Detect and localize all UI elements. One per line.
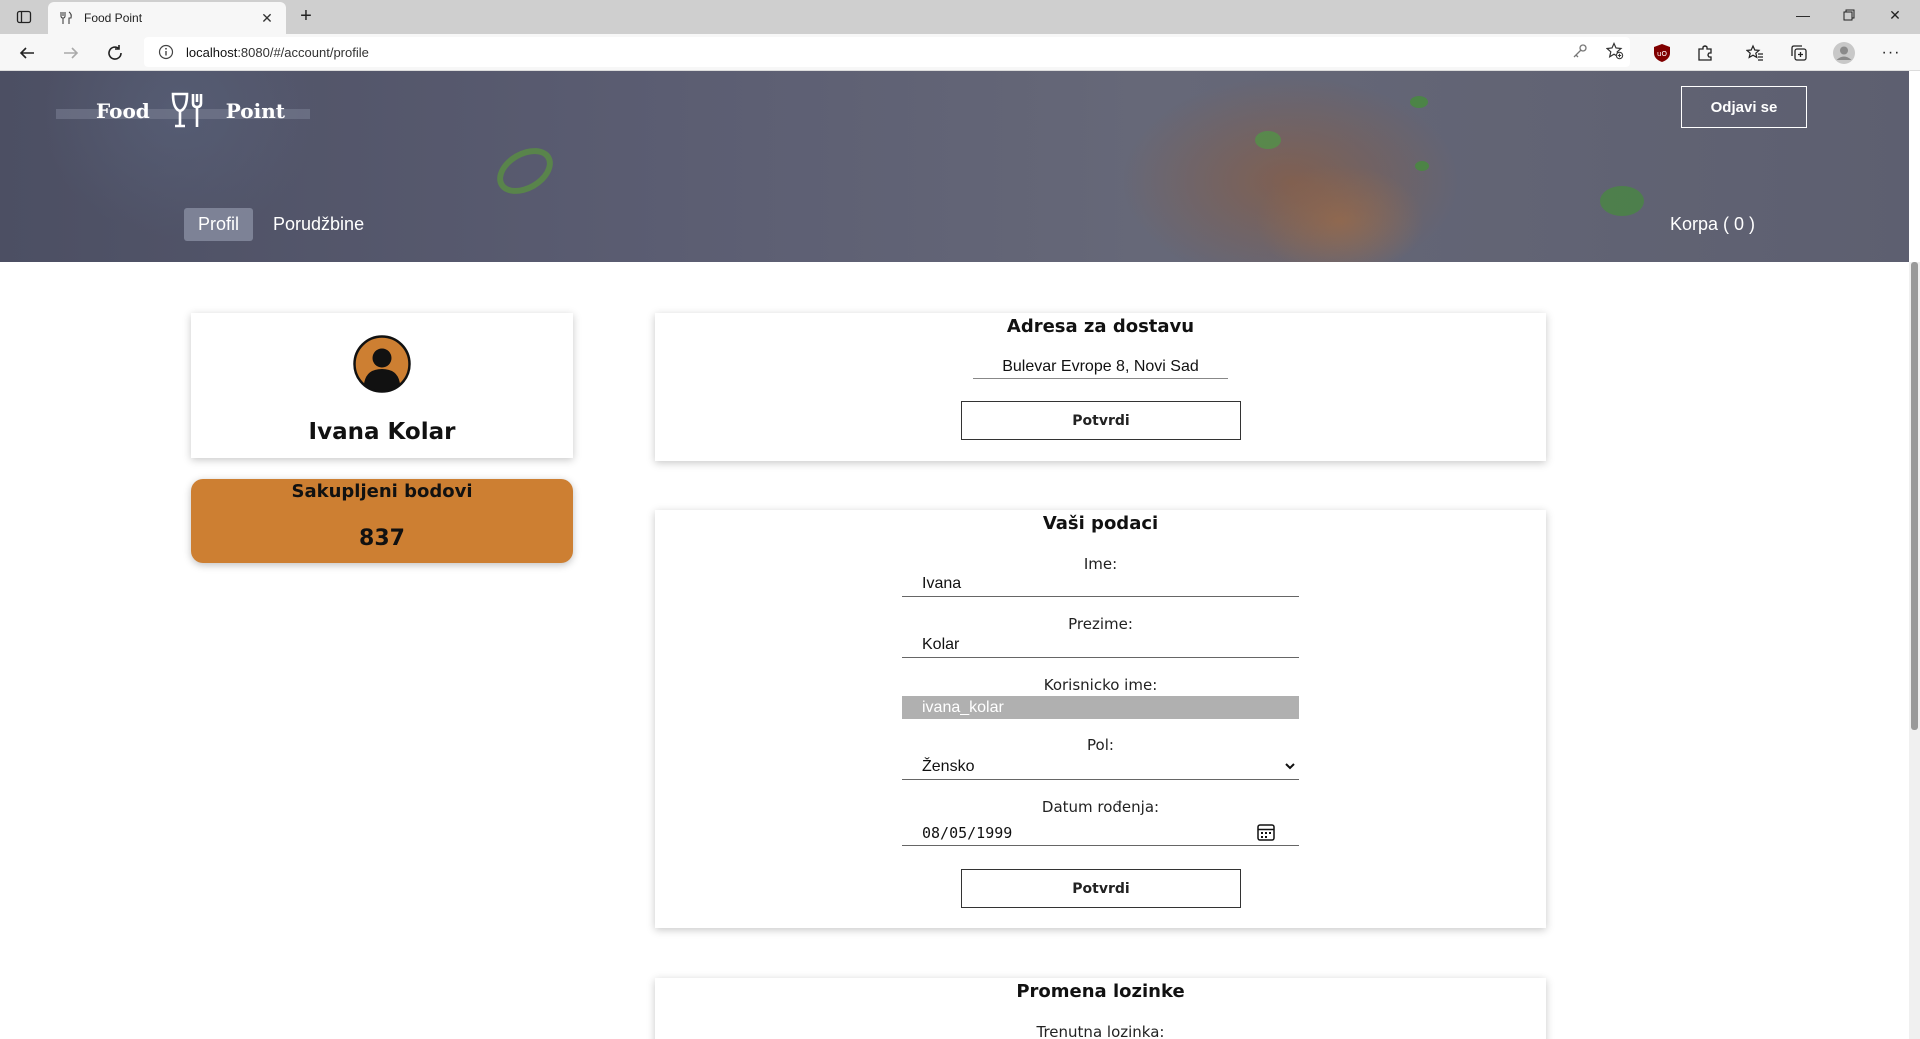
- browser-tab-strip: Food Point ✕ + — ✕: [0, 0, 1920, 34]
- delivery-address-input[interactable]: Bulevar Evrope 8, Novi Sad: [973, 355, 1228, 379]
- chevron-down-icon: [1285, 763, 1295, 770]
- username-field: ivana_kolar: [902, 696, 1299, 719]
- url-text: localhost:8080/#/account/profile: [186, 44, 369, 60]
- points-title: Sakupljeni bodovi: [291, 481, 473, 502]
- close-window-icon[interactable]: ✕: [1872, 0, 1918, 30]
- herb-decoration: [489, 138, 561, 204]
- collections-icon[interactable]: [1788, 42, 1810, 64]
- new-tab-icon[interactable]: +: [294, 6, 318, 28]
- minimize-icon[interactable]: —: [1780, 0, 1826, 30]
- favorites-icon[interactable]: [1744, 42, 1766, 64]
- user-data-confirm-button[interactable]: Potvrdi: [961, 869, 1241, 908]
- profile-card: Ivana Kolar: [191, 313, 573, 458]
- birth-date-label: Datum rođenja:: [1041, 798, 1160, 816]
- address-bar[interactable]: localhost:8080/#/account/profile: [144, 37, 1630, 67]
- forward-icon[interactable]: [58, 40, 84, 66]
- username-value: ivana_kolar: [922, 698, 1004, 716]
- site-info-icon[interactable]: [158, 44, 174, 60]
- logout-button[interactable]: Odjavi se: [1681, 86, 1807, 128]
- reload-icon[interactable]: [102, 40, 128, 66]
- logo-text-left: Food: [96, 99, 150, 123]
- fork-knife-favicon-icon: [58, 10, 74, 26]
- extensions-icon[interactable]: [1694, 42, 1716, 64]
- herb-decoration: [1600, 186, 1644, 216]
- birth-date-value: 08/05/1999: [922, 824, 1013, 842]
- ublock-icon[interactable]: uO: [1651, 42, 1673, 64]
- favorite-add-icon[interactable]: [1605, 41, 1625, 61]
- header-banner: Food Point Odjavi se Profil Porudžbine K…: [0, 71, 1909, 262]
- nav-orders[interactable]: Porudžbine: [259, 208, 378, 241]
- password-change-title: Promena lozinke: [1016, 981, 1185, 1002]
- tab-title: Food Point: [84, 11, 143, 25]
- first-name-field[interactable]: Ivana: [902, 572, 1299, 597]
- gender-value: Žensko: [922, 758, 975, 775]
- user-data-title: Vaši podaci: [1042, 513, 1159, 534]
- birth-date-input[interactable]: 08/05/1999: [902, 821, 1299, 846]
- delivery-address-title: Adresa za dostavu: [1006, 316, 1195, 337]
- nav-profile[interactable]: Profil: [184, 208, 254, 241]
- gender-select[interactable]: Žensko: [902, 755, 1299, 780]
- password-change-card: Promena lozinke Trenutna lozinka:: [655, 978, 1546, 1039]
- points-value: 837: [359, 526, 405, 551]
- delivery-address-card: Adresa za dostavu Bulevar Evrope 8, Novi…: [655, 313, 1546, 461]
- profile-icon[interactable]: [1833, 42, 1855, 64]
- tab-actions-icon[interactable]: [10, 6, 38, 28]
- page-nav: Profil Porudžbine: [184, 208, 384, 241]
- herb-decoration: [1410, 96, 1428, 108]
- browser-toolbar: localhost:8080/#/account/profile uO ···: [0, 34, 1920, 71]
- close-tab-icon[interactable]: ✕: [258, 10, 276, 27]
- cart-link[interactable]: Korpa ( 0 ): [1670, 214, 1755, 235]
- username-label: Korisnicko ime:: [1043, 676, 1158, 694]
- more-icon[interactable]: ···: [1880, 42, 1902, 64]
- herb-decoration: [1415, 161, 1429, 171]
- calendar-icon[interactable]: [1255, 821, 1277, 843]
- restore-icon[interactable]: [1826, 0, 1872, 30]
- user-data-card: Vaši podaci Ime: Ivana Prezime: Kolar Ko…: [655, 510, 1546, 928]
- wine-fork-logo-icon: [171, 92, 203, 128]
- gender-label: Pol:: [1087, 736, 1114, 754]
- last-name-label: Prezime:: [1068, 615, 1133, 633]
- points-card: Sakupljeni bodovi 837: [191, 479, 573, 563]
- last-name-value: Kolar: [922, 636, 960, 653]
- herb-decoration: [1255, 131, 1281, 149]
- user-avatar-icon: [353, 335, 411, 393]
- first-name-label: Ime:: [1083, 555, 1118, 573]
- browser-tab[interactable]: Food Point ✕: [48, 2, 286, 34]
- address-confirm-button[interactable]: Potvrdi: [961, 401, 1241, 440]
- scrollbar-thumb[interactable]: [1911, 262, 1918, 730]
- page-scrollbar[interactable]: [1909, 262, 1920, 1039]
- current-password-label: Trenutna lozinka:: [1036, 1023, 1165, 1039]
- first-name-value: Ivana: [922, 575, 962, 592]
- key-icon[interactable]: [1570, 41, 1590, 61]
- profile-name: Ivana Kolar: [308, 419, 456, 445]
- svg-text:uO: uO: [1657, 50, 1667, 58]
- last-name-field[interactable]: Kolar: [902, 633, 1299, 658]
- back-icon[interactable]: [14, 40, 40, 66]
- logo-text-right: Point: [225, 99, 285, 123]
- site-logo[interactable]: Food Point: [56, 89, 310, 133]
